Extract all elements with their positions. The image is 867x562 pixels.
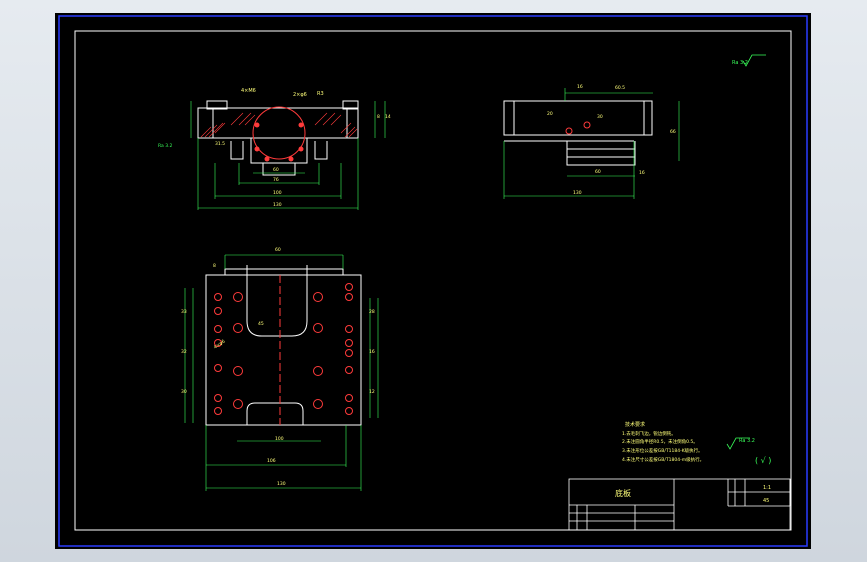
dim-front-10: 31.5: [215, 141, 225, 147]
tech-requirement-2: 2.未注圆角半径R0.5，未注倒角0.5。: [622, 438, 698, 445]
dim-side-1: 16: [577, 84, 583, 90]
dim-top-12: 16: [369, 349, 375, 355]
dim-top-2: 8: [213, 263, 216, 269]
dim-side-7: 130: [573, 190, 582, 196]
cad-drawing: 4×M6 2×φ6 R3 60 76 100 130 8 14 31.5 Ra …: [58, 15, 808, 547]
dim-top-10: 30: [181, 389, 187, 395]
title-block: [568, 478, 791, 531]
dim-front-8: 8: [377, 114, 380, 120]
tech-requirements-title: 技术要求: [625, 421, 645, 428]
part-name: 底板: [615, 488, 631, 498]
dim-side-3: 20: [547, 111, 553, 117]
dim-side-6: 16: [639, 170, 645, 176]
tech-requirement-3: 3.未注形位公差按GB/T1184-K级执行。: [622, 447, 703, 454]
dim-top-3: 100: [275, 436, 284, 442]
drawing-sheet: 4×M6 2×φ6 R3 60 76 100 130 8 14 31.5 Ra …: [55, 13, 811, 549]
roughness-top-right: Ra 3.2: [732, 60, 748, 66]
dim-front-7: 130: [273, 202, 282, 208]
top-view: [184, 254, 379, 491]
dim-top-9: 32: [181, 349, 187, 355]
dim-front-5: 76: [273, 177, 279, 183]
dim-top-13: 12: [369, 389, 375, 395]
outer-border: [58, 15, 808, 547]
dim-top-4: 106: [267, 458, 276, 464]
roughness-bracket: ( √ ): [755, 456, 771, 465]
dim-front-9: 14: [385, 114, 391, 120]
dim-side-5: 60: [595, 169, 601, 175]
dim-top-5: 130: [277, 481, 286, 487]
dim-side-4: 30: [597, 114, 603, 120]
tech-requirement-4: 4.未注尺寸公差按GB/T1804-m级执行。: [622, 456, 704, 463]
dim-front-1: 4×M6: [241, 88, 256, 94]
dim-front-4: 60: [273, 167, 279, 173]
roughness-bottom: Ra 3.2: [739, 438, 755, 444]
dim-side-2: 60.5: [615, 85, 625, 91]
dim-front-3: R3: [317, 91, 324, 97]
title-material: 45: [763, 498, 769, 504]
front-section-view: [190, 100, 386, 210]
inner-border: [74, 30, 792, 531]
dim-top-1: 60: [275, 247, 281, 253]
dim-top-8: 33: [181, 309, 187, 315]
dim-top-6: 45: [258, 321, 264, 327]
dim-top-11: 28: [369, 309, 375, 315]
roughness-left: Ra 3.2: [158, 143, 173, 149]
cad-viewport: 4×M6 2×φ6 R3 60 76 100 130 8 14 31.5 Ra …: [0, 0, 867, 562]
tech-requirement-1: 1.去毛刺飞边，锐边倒钝。: [622, 430, 676, 437]
title-scale: 1:1: [763, 485, 771, 491]
dim-side-8: 66: [670, 129, 676, 135]
dim-front-6: 100: [273, 190, 282, 196]
side-view: [503, 88, 680, 199]
dim-front-2: 2×φ6: [293, 92, 307, 98]
